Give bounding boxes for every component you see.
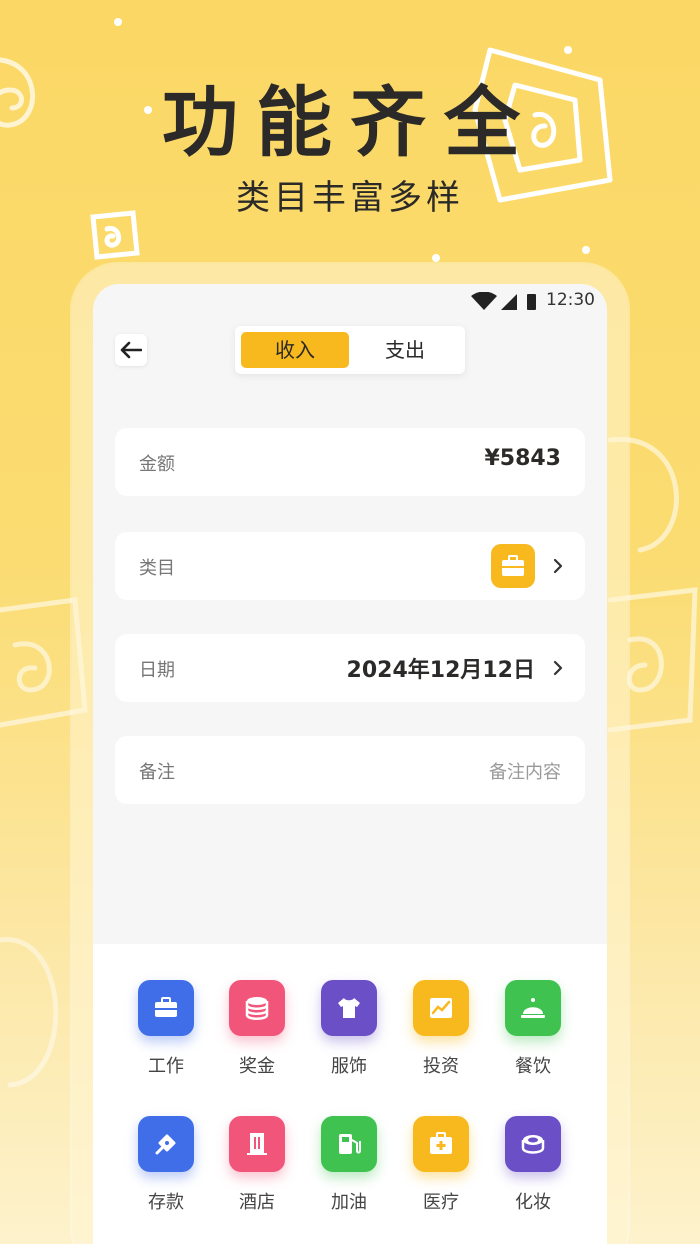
category-label: 类目 — [139, 558, 175, 579]
category-item-work[interactable]: 工作 — [126, 980, 206, 1100]
category-icon-bg — [321, 1116, 377, 1172]
note-label: 备注 — [139, 762, 175, 783]
piggy-hand-icon — [155, 1134, 176, 1155]
category-label: 工作 — [148, 1056, 184, 1077]
category-label: 化妆 — [515, 1192, 551, 1213]
date-field[interactable]: 日期 2024年12月12日 — [115, 634, 585, 702]
fuel-pump-icon — [339, 1134, 361, 1154]
cosmetic-icon — [521, 1135, 545, 1154]
chevron-right-icon — [553, 660, 563, 676]
tab-expense[interactable]: 支出 — [351, 332, 459, 368]
coin-stack-icon — [245, 997, 269, 1020]
phone-screen: 12:30 收入 支出 金额 ¥5843 类目 日期 2024年12月12日 备… — [93, 284, 607, 1244]
category-icon-bg — [413, 980, 469, 1036]
category-item-investment[interactable]: 投资 — [401, 980, 481, 1100]
sparkle-dot — [582, 246, 590, 254]
category-icon-bg — [138, 1116, 194, 1172]
date-value: 2024年12月12日 — [346, 658, 535, 683]
tab-income[interactable]: 收入 — [241, 332, 349, 368]
category-item-dining[interactable]: 餐饮 — [493, 980, 573, 1100]
amount-label: 金额 — [139, 454, 175, 475]
category-icon-bg — [321, 980, 377, 1036]
category-label: 奖金 — [239, 1056, 275, 1077]
food-cloche-icon — [521, 998, 545, 1018]
status-time: 12:30 — [546, 290, 595, 310]
status-icons — [471, 292, 536, 310]
amount-value: ¥5843 — [484, 446, 561, 471]
status-bar: 12:30 — [93, 284, 607, 318]
selected-category-badge — [491, 544, 535, 588]
category-icon-bg — [229, 1116, 285, 1172]
promo-headline: 功能齐全 — [162, 78, 538, 167]
category-field[interactable]: 类目 — [115, 532, 585, 600]
promo-subline: 类目丰富多样 — [236, 178, 464, 218]
sparkle-dot — [114, 18, 122, 26]
category-grid: 工作 奖金 服饰 投资 餐饮 存款 酒店 加油 医疗 化妆 — [93, 944, 607, 1244]
category-label: 加油 — [331, 1192, 367, 1213]
amount-field[interactable]: 金额 ¥5843 — [115, 428, 585, 496]
battery-icon — [527, 294, 536, 310]
category-label: 服饰 — [331, 1056, 367, 1077]
category-label: 存款 — [148, 1192, 184, 1213]
swirl-decoration-left-bottom — [0, 937, 59, 1088]
category-item-medical[interactable]: 医疗 — [401, 1116, 481, 1236]
category-item-cosmetics[interactable]: 化妆 — [493, 1116, 573, 1236]
income-expense-toggle: 收入 支出 — [235, 326, 465, 374]
category-label: 餐饮 — [515, 1056, 551, 1077]
back-button[interactable] — [115, 334, 147, 366]
category-icon-bg — [229, 980, 285, 1036]
arrow-left-icon — [120, 341, 142, 359]
building-icon — [247, 1133, 267, 1155]
category-item-bonus[interactable]: 奖金 — [217, 980, 297, 1100]
category-item-deposit[interactable]: 存款 — [126, 1116, 206, 1236]
wifi-icon — [471, 292, 497, 310]
note-placeholder: 备注内容 — [489, 762, 561, 783]
sparkle-dot — [564, 46, 572, 54]
sparkle-dot — [432, 254, 440, 262]
trend-chart-icon — [430, 998, 452, 1018]
category-icon-bg — [505, 980, 561, 1036]
briefcase-icon — [502, 555, 524, 576]
date-label: 日期 — [139, 660, 175, 681]
category-label: 医疗 — [423, 1192, 459, 1213]
category-label: 投资 — [423, 1056, 459, 1077]
briefcase-icon — [155, 997, 177, 1017]
medical-kit-icon — [430, 1132, 452, 1154]
chevron-right-icon — [553, 558, 563, 574]
signal-icon — [501, 294, 517, 310]
category-label: 酒店 — [239, 1192, 275, 1213]
category-icon-bg — [413, 1116, 469, 1172]
category-item-fuel[interactable]: 加油 — [309, 1116, 389, 1236]
category-icon-bg — [505, 1116, 561, 1172]
category-icon-bg — [138, 980, 194, 1036]
tshirt-icon — [338, 998, 360, 1018]
category-item-clothing[interactable]: 服饰 — [309, 980, 389, 1100]
note-field[interactable]: 备注 备注内容 — [115, 736, 585, 804]
category-item-hotel[interactable]: 酒店 — [217, 1116, 297, 1236]
